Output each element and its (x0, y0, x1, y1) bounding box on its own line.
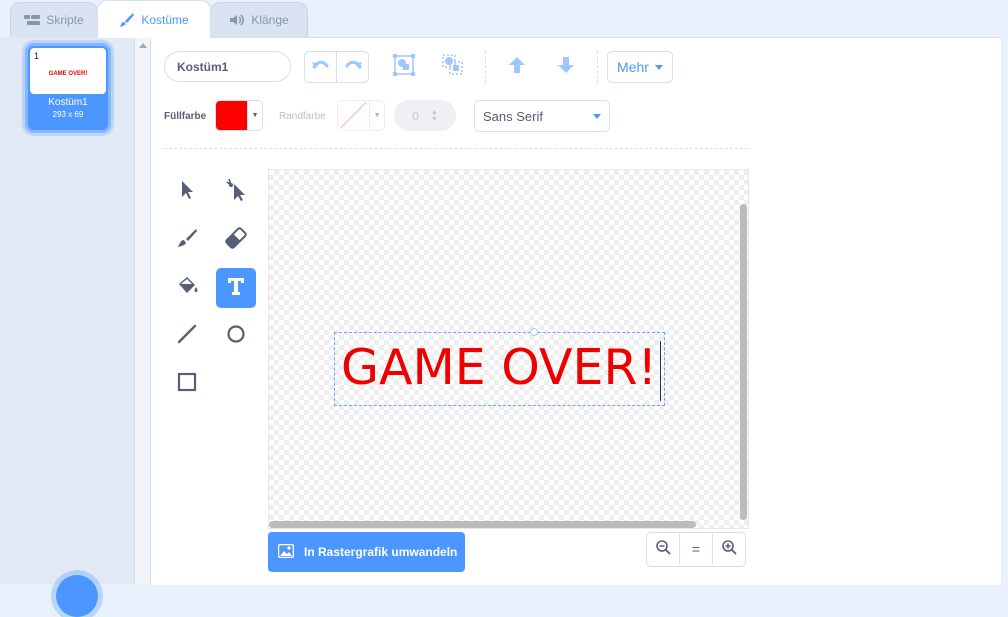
costume-thumbnail: 1 GAME OVER! (30, 48, 106, 94)
brush-tool[interactable] (167, 220, 207, 260)
chevron-down-icon: ▼ (369, 101, 384, 130)
zoom-in-button[interactable] (712, 533, 745, 564)
image-icon (277, 543, 295, 561)
brush-icon (119, 12, 135, 28)
undo-button[interactable] (305, 52, 336, 82)
outline-color-swatch (338, 101, 370, 130)
toolbar-divider (485, 51, 486, 83)
circle-tool[interactable] (216, 316, 256, 356)
zoom-in-icon (721, 539, 737, 558)
text-selection-box[interactable]: GAME OVER! (334, 328, 665, 406)
editor-tabs: Skripte Kostüme Klänge (0, 0, 1008, 38)
redo-button[interactable] (336, 52, 368, 82)
stepper-icon: ▲ ▼ (430, 108, 438, 123)
rectangle-tool[interactable] (167, 364, 207, 404)
chevron-down-icon (593, 113, 601, 119)
backward-icon (556, 55, 576, 80)
text-cursor (660, 341, 661, 401)
fill-color-label: Füllfarbe (164, 111, 207, 122)
toolbar-divider (164, 148, 748, 149)
fill-color-picker[interactable]: ▼ (215, 100, 263, 131)
font-select[interactable]: Sans Serif (474, 100, 610, 132)
costume-number: 1 (34, 51, 40, 61)
stroke-width-value: 0 (412, 108, 419, 123)
convert-to-bitmap-label: In Rastergrafik umwandeln (304, 545, 458, 559)
costume-size: 293 x 69 (52, 110, 84, 119)
rotation-handle[interactable] (530, 328, 538, 336)
zoom-controls: = (646, 532, 746, 567)
tab-sounds-label: Klänge (251, 13, 289, 27)
costume-list: 1 GAME OVER! Kostüm1 293 x 69 (0, 37, 135, 617)
tab-costumes-label: Kostüme (141, 12, 189, 27)
tab-scripts-label: Skripte (46, 13, 84, 27)
chevron-down-icon: ▼ (247, 101, 262, 130)
reshape-icon (225, 178, 247, 207)
reshape-tool[interactable] (216, 172, 256, 212)
fill-color-swatch (216, 101, 248, 130)
circle-icon (225, 323, 247, 350)
ungroup-icon (442, 53, 464, 81)
canvas-text[interactable]: GAME OVER! (341, 337, 657, 399)
costume-name-input[interactable] (164, 51, 291, 82)
text-tool[interactable] (216, 268, 256, 308)
outline-color-picker[interactable]: ▼ (337, 100, 385, 131)
drawing-canvas[interactable]: GAME OVER! (268, 169, 749, 529)
more-label: Mehr (617, 59, 649, 75)
undo-icon (311, 58, 330, 76)
zoom-out-button[interactable] (647, 533, 679, 564)
speaker-icon (229, 13, 245, 27)
outline-color-label: Randfarbe (279, 111, 326, 122)
group-icon (393, 53, 415, 81)
tab-costumes[interactable]: Kostüme (97, 0, 211, 38)
forward-icon (507, 55, 527, 80)
forward-button[interactable] (501, 51, 533, 83)
line-tool[interactable] (167, 316, 207, 356)
select-tool[interactable] (167, 172, 207, 212)
zoom-out-icon (655, 539, 671, 558)
stroke-width-input[interactable]: 0 ▲ ▼ (394, 100, 456, 131)
fill-icon (175, 275, 199, 302)
undo-redo-group (304, 51, 369, 83)
costume-thumbnail-text: GAME OVER! (48, 71, 88, 77)
zoom-reset-button[interactable]: = (679, 533, 712, 564)
text-icon (225, 275, 247, 302)
tab-scripts[interactable]: Skripte (10, 2, 98, 37)
costume-item[interactable]: 1 GAME OVER! Kostüm1 293 x 69 (25, 43, 111, 133)
code-icon (24, 14, 41, 26)
zoom-reset-label: = (691, 540, 701, 557)
costume-list-scrollbar[interactable] (135, 37, 151, 584)
convert-to-bitmap-button[interactable]: In Rastergrafik umwandeln (268, 532, 465, 572)
paint-editor: Mehr Füllfarbe ▼ Randfarbe ▼ 0 ▲▼ Sans S… (151, 37, 1001, 585)
ungroup-button[interactable] (437, 51, 469, 83)
fill-tool[interactable] (167, 268, 207, 308)
costume-name: Kostüm1 (48, 97, 88, 108)
canvas-horizontal-scrollbar[interactable] (269, 521, 696, 528)
eraser-icon (225, 226, 247, 254)
chevron-down-icon (654, 64, 663, 70)
line-icon (176, 323, 198, 350)
scroll-up-icon[interactable] (139, 43, 147, 48)
font-select-value: Sans Serif (483, 108, 543, 124)
more-button[interactable]: Mehr (607, 51, 673, 83)
redo-icon (344, 58, 362, 76)
brush-tool-icon (176, 227, 198, 254)
toolbar-divider (597, 51, 598, 83)
tab-sounds[interactable]: Klänge (210, 2, 308, 37)
rectangle-icon (176, 371, 198, 398)
eraser-tool[interactable] (216, 220, 256, 260)
canvas-vertical-scrollbar[interactable] (740, 204, 747, 520)
add-costume-button[interactable] (56, 575, 98, 617)
group-button[interactable] (388, 51, 420, 83)
select-icon (177, 179, 197, 206)
backward-button[interactable] (550, 51, 582, 83)
